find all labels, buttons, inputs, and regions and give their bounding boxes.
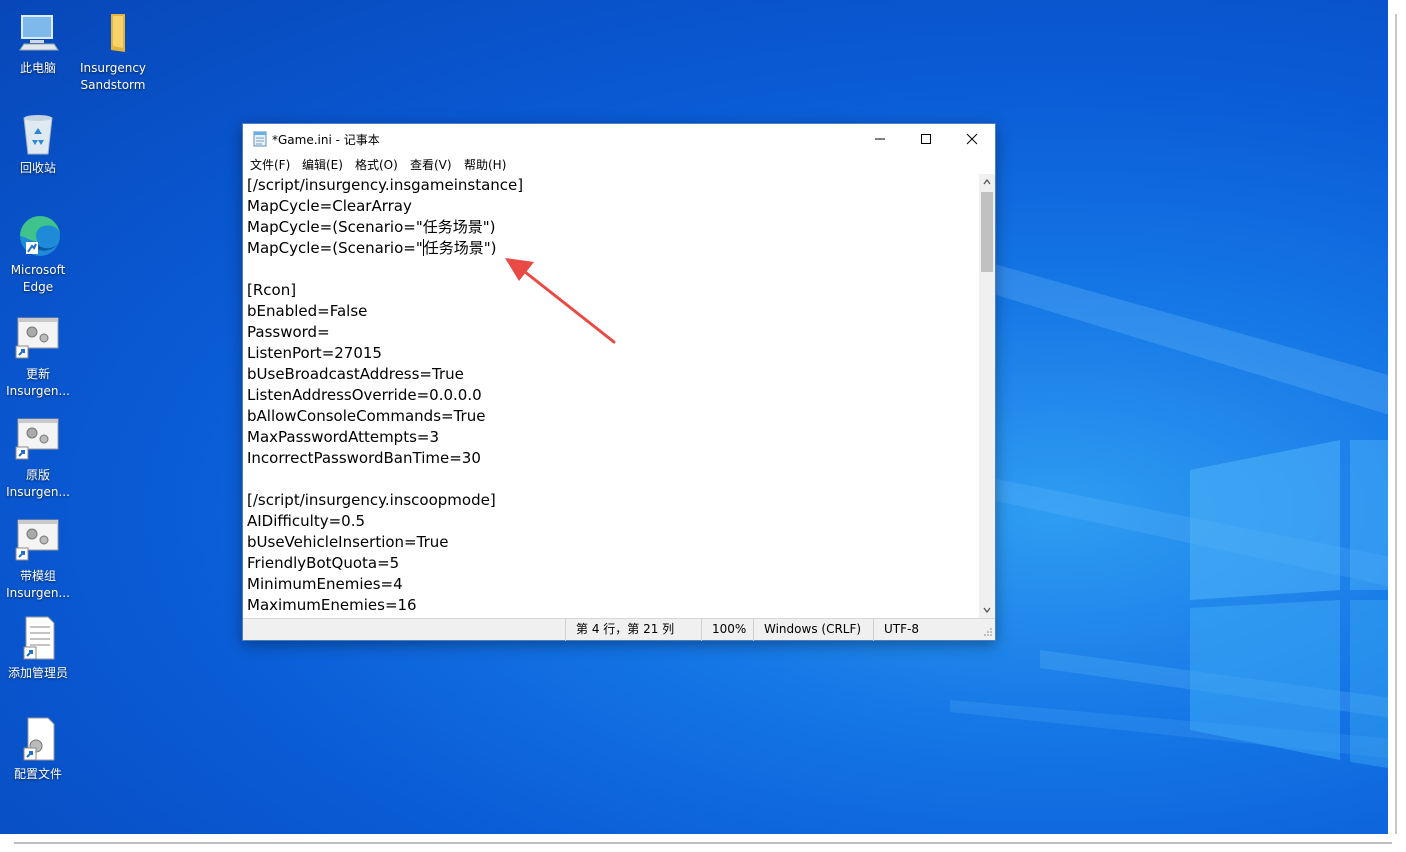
text-line: bUseVehicleInsertion=True xyxy=(247,533,449,551)
status-zoom: 100% xyxy=(701,619,753,641)
notepad-window[interactable]: *Game.ini - 记事本 文件(F) 编辑(E) 格式(O) 查看(V) … xyxy=(242,123,996,641)
text-line-with-caret: MapCycle=(Scenario="任务场景") xyxy=(247,238,497,259)
text-line: [/script/insurgency.insgameinstance] xyxy=(247,176,524,194)
desktop-icon-mod[interactable]: 带模组 Insurgen... xyxy=(0,518,76,602)
desktop-icon-label: 配置文件 xyxy=(13,767,62,781)
text-line-suffix: 任务场景") xyxy=(423,239,497,257)
desktop-icon-label: Insurgency Sandstorm xyxy=(79,61,147,92)
settings-shortcut-icon xyxy=(14,518,62,566)
desktop-icon-original[interactable]: 原版 Insurgen... xyxy=(0,417,76,501)
desktop-icon-insurgency-folder[interactable]: Insurgency Sandstorm xyxy=(75,10,151,94)
maximize-button[interactable] xyxy=(903,124,949,154)
scrollbar-thumb[interactable] xyxy=(981,192,993,272)
desktop-icon-label: 更新 Insurgen... xyxy=(6,367,70,398)
maximize-icon xyxy=(921,134,931,144)
close-button[interactable] xyxy=(949,124,995,154)
text-line: FriendlyBotQuota=5 xyxy=(247,554,400,572)
minimize-icon xyxy=(875,138,885,140)
minimize-button[interactable] xyxy=(857,124,903,154)
status-line-ending: Windows (CRLF) xyxy=(753,619,873,641)
desktop-icon-update[interactable]: 更新 Insurgen... xyxy=(0,316,76,400)
text-line: AIDifficulty=0.5 xyxy=(247,512,366,530)
desktop-icon-this-pc[interactable]: 此电脑 xyxy=(0,10,76,77)
menu-view[interactable]: 查看(V) xyxy=(410,156,452,173)
desktop-icon-recycle-bin[interactable]: 回收站 xyxy=(0,110,76,177)
title-bar[interactable]: *Game.ini - 记事本 xyxy=(243,124,995,154)
text-line: bAllowConsoleCommands=True xyxy=(247,407,486,425)
menu-edit[interactable]: 编辑(E) xyxy=(302,156,343,173)
text-editor[interactable]: [/script/insurgency.insgameinstance] Map… xyxy=(243,174,979,618)
menu-format[interactable]: 格式(O) xyxy=(355,156,398,173)
status-cursor-position: 第 4 行，第 21 列 xyxy=(565,619,701,641)
scroll-down-button[interactable] xyxy=(979,602,995,618)
text-line: ListenPort=27015 xyxy=(247,344,382,362)
notepad-icon xyxy=(253,131,267,147)
chevron-down-icon xyxy=(983,607,991,613)
vertical-scroll-track xyxy=(1395,14,1397,834)
text-line: [Rcon] xyxy=(247,281,297,299)
window-title: *Game.ini - 记事本 xyxy=(272,133,380,147)
menu-file[interactable]: 文件(F) xyxy=(250,156,290,173)
desktop-icon-label: 带模组 Insurgen... xyxy=(6,569,70,600)
desktop-icon-label: 此电脑 xyxy=(19,61,56,75)
settings-shortcut-icon xyxy=(14,417,62,465)
text-line: MinimumEnemies=4 xyxy=(247,575,403,593)
recycle-bin-icon xyxy=(14,110,62,158)
text-line: bEnabled=False xyxy=(247,302,368,320)
resize-grip-icon[interactable] xyxy=(983,627,993,637)
text-line: MapCycle=(Scenario="任务场景") xyxy=(247,218,496,236)
text-line: MaxPasswordAttempts=3 xyxy=(247,428,440,446)
status-bar: 第 4 行，第 21 列 100% Windows (CRLF) UTF-8 xyxy=(243,618,995,641)
text-line: IncorrectPasswordBanTime=30 xyxy=(247,449,481,467)
desktop-icon-label: 添加管理员 xyxy=(7,666,68,680)
desktop-icon-label: Microsoft Edge xyxy=(10,263,66,294)
text-line: MaximumEnemies=16 xyxy=(247,596,417,614)
close-icon xyxy=(966,133,978,145)
desktop-icon-label: 回收站 xyxy=(19,161,56,175)
horizontal-scroll-track xyxy=(14,842,1392,844)
folder-icon xyxy=(89,10,137,58)
settings-shortcut-icon xyxy=(14,316,62,364)
text-line: [/script/insurgency.inscoopmode] xyxy=(247,491,496,509)
screen-right-border xyxy=(1388,0,1406,852)
status-encoding: UTF-8 xyxy=(873,619,979,641)
desktop-icon-label: 原版 Insurgen... xyxy=(6,468,70,499)
windows-logo xyxy=(1190,440,1400,770)
text-line: bUseBroadcastAddress=True xyxy=(247,365,464,383)
text-line: Password= xyxy=(247,323,330,341)
scroll-up-button[interactable] xyxy=(979,174,995,190)
vertical-scrollbar[interactable] xyxy=(979,174,995,618)
edge-browser-icon xyxy=(14,212,62,260)
desktop-icon-config[interactable]: 配置文件 xyxy=(0,716,76,783)
text-line-prefix: MapCycle=(Scenario=" xyxy=(247,239,423,257)
computer-icon xyxy=(14,10,62,58)
menu-help[interactable]: 帮助(H) xyxy=(464,156,506,173)
desktop-icon-add-admin[interactable]: 添加管理员 xyxy=(0,615,76,682)
config-file-shortcut-icon xyxy=(14,716,62,764)
text-file-shortcut-icon xyxy=(14,615,62,663)
desktop-icon-edge[interactable]: Microsoft Edge xyxy=(0,212,76,296)
menu-bar: 文件(F) 编辑(E) 格式(O) 查看(V) 帮助(H) xyxy=(243,154,995,174)
text-line: ListenAddressOverride=0.0.0.0 xyxy=(247,386,482,404)
chevron-up-icon xyxy=(983,179,991,185)
text-line: MapCycle=ClearArray xyxy=(247,197,412,215)
